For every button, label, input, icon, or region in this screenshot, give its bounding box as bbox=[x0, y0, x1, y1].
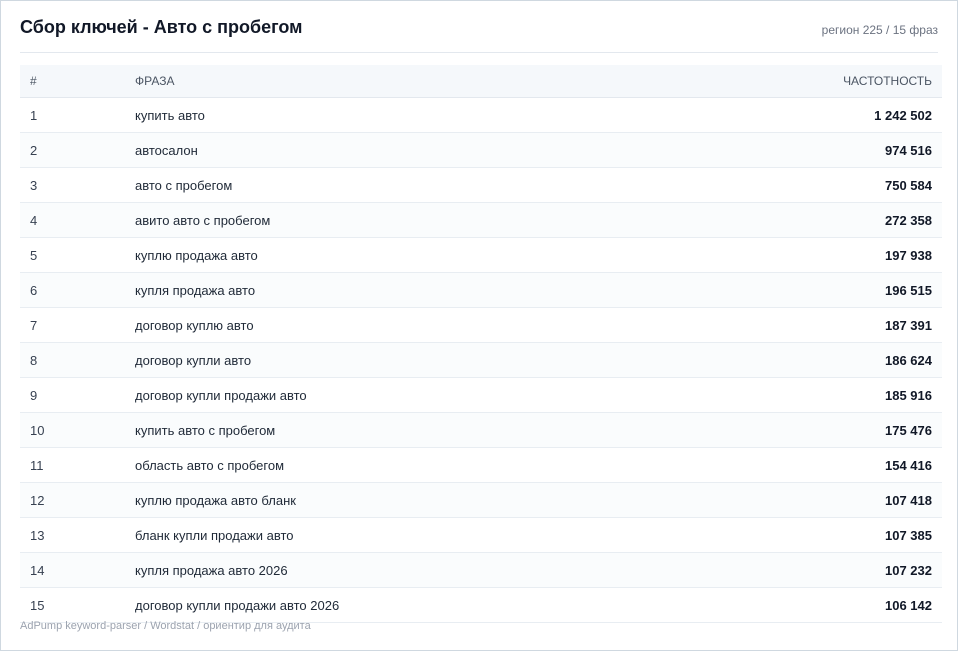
column-header-phrase[interactable]: ФРАЗА bbox=[123, 74, 742, 88]
row-phrase: договор купли авто bbox=[135, 352, 252, 368]
row-number: 5 bbox=[30, 247, 38, 263]
row-frequency: 107 232 bbox=[885, 562, 932, 578]
table-row[interactable]: 10 купить авто с пробегом 175 476 bbox=[20, 413, 942, 448]
row-number: 12 bbox=[30, 492, 45, 508]
page-title: Сбор ключей - Авто с пробегом bbox=[20, 17, 303, 37]
row-number: 11 bbox=[30, 457, 44, 473]
table-row[interactable]: 11 область авто с пробегом 154 416 bbox=[20, 448, 942, 483]
row-number: 10 bbox=[30, 422, 45, 438]
row-phrase: бланк купли продажи авто bbox=[135, 527, 294, 543]
table-row[interactable]: 13 бланк купли продажи авто 107 385 bbox=[20, 518, 942, 553]
row-number: 4 bbox=[30, 212, 38, 228]
row-frequency: 196 515 bbox=[885, 282, 932, 298]
keyword-table: # ФРАЗА ЧАСТОТНОСТЬ 1 купить авто 1 242 … bbox=[20, 65, 942, 623]
row-frequency: 272 358 bbox=[885, 212, 932, 228]
table-row[interactable]: 1 купить авто 1 242 502 bbox=[20, 98, 942, 133]
row-frequency: 106 142 bbox=[885, 597, 932, 613]
row-phrase: договор куплю авто bbox=[135, 317, 254, 333]
row-frequency: 185 916 bbox=[885, 387, 932, 403]
row-frequency: 186 624 bbox=[885, 352, 932, 368]
table-row[interactable]: 4 авито авто с пробегом 272 358 bbox=[20, 203, 942, 238]
region-phrase-count: регион 225 / 15 фраз bbox=[821, 22, 938, 37]
row-frequency: 187 391 bbox=[885, 317, 932, 333]
table-row[interactable]: 3 авто с пробегом 750 584 bbox=[20, 168, 942, 203]
row-phrase: купить авто с пробегом bbox=[135, 422, 276, 438]
row-number: 13 bbox=[30, 527, 45, 543]
row-frequency: 175 476 bbox=[885, 422, 932, 438]
row-frequency: 107 385 bbox=[885, 527, 932, 543]
table-row[interactable]: 9 договор купли продажи авто 185 916 bbox=[20, 378, 942, 413]
row-number: 8 bbox=[30, 352, 38, 368]
source-footnote: AdPump keyword-parser / Wordstat / ориен… bbox=[20, 620, 311, 632]
row-frequency: 154 416 bbox=[885, 457, 932, 473]
column-header-frequency[interactable]: ЧАСТОТНОСТЬ bbox=[742, 74, 942, 88]
row-phrase: договор купли продажи авто bbox=[135, 387, 307, 403]
panel-header: Сбор ключей - Авто с пробегом регион 225… bbox=[20, 1, 938, 53]
row-number: 14 bbox=[30, 562, 45, 578]
row-frequency: 107 418 bbox=[885, 492, 932, 508]
row-phrase: купля продажа авто bbox=[135, 282, 256, 298]
row-phrase: куплю продажа авто bbox=[135, 247, 258, 263]
row-number: 3 bbox=[30, 177, 38, 193]
row-number: 9 bbox=[30, 387, 38, 403]
table-row[interactable]: 8 договор купли авто 186 624 bbox=[20, 343, 942, 378]
row-number: 1 bbox=[30, 107, 38, 123]
row-phrase: купить авто bbox=[135, 107, 205, 123]
row-phrase: автосалон bbox=[135, 142, 198, 158]
row-phrase: область авто с пробегом bbox=[135, 457, 285, 473]
row-phrase: договор купли продажи авто 2026 bbox=[135, 597, 340, 613]
table-row[interactable]: 5 куплю продажа авто 197 938 bbox=[20, 238, 942, 273]
row-frequency: 974 516 bbox=[885, 142, 932, 158]
table-row[interactable]: 7 договор куплю авто 187 391 bbox=[20, 308, 942, 343]
row-frequency: 750 584 bbox=[885, 177, 932, 193]
row-number: 2 bbox=[30, 142, 38, 158]
table-row[interactable]: 15 договор купли продажи авто 2026 106 1… bbox=[20, 588, 942, 623]
table-row[interactable]: 12 куплю продажа авто бланк 107 418 bbox=[20, 483, 942, 518]
table-row[interactable]: 2 автосалон 974 516 bbox=[20, 133, 942, 168]
row-number: 6 bbox=[30, 282, 38, 298]
table-row[interactable]: 6 купля продажа авто 196 515 bbox=[20, 273, 942, 308]
table-row[interactable]: 14 купля продажа авто 2026 107 232 bbox=[20, 553, 942, 588]
row-phrase: авито авто с пробегом bbox=[135, 212, 271, 228]
table-header-row: # ФРАЗА ЧАСТОТНОСТЬ bbox=[20, 65, 942, 98]
keyword-panel: Сбор ключей - Авто с пробегом регион 225… bbox=[0, 0, 958, 651]
column-header-number[interactable]: # bbox=[20, 74, 123, 88]
row-phrase: куплю продажа авто бланк bbox=[135, 492, 296, 508]
row-number: 15 bbox=[30, 597, 45, 613]
row-number: 7 bbox=[30, 317, 38, 333]
row-phrase: авто с пробегом bbox=[135, 177, 233, 193]
row-frequency: 1 242 502 bbox=[874, 107, 932, 123]
row-phrase: купля продажа авто 2026 bbox=[135, 562, 288, 578]
row-frequency: 197 938 bbox=[885, 247, 932, 263]
